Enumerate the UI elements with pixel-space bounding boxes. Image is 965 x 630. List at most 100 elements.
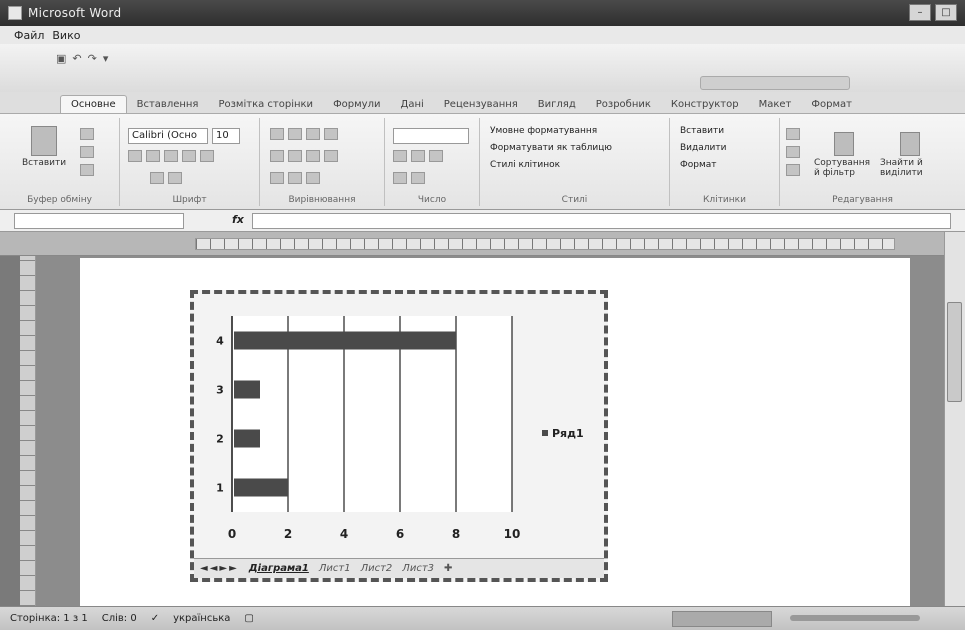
new-sheet-icon[interactable]: ✚: [444, 563, 452, 574]
sheet-nav-icon[interactable]: ◄◄►►: [200, 563, 239, 574]
cell-styles-button[interactable]: Стилі клітинок: [490, 160, 560, 170]
ribbon-tabs: Основне Вставлення Розмітка сторінки Фор…: [0, 92, 965, 114]
copy-icon[interactable]: [80, 146, 94, 158]
vertical-scrollbar[interactable]: [944, 232, 965, 606]
customize-icon[interactable]: ▾: [103, 52, 109, 65]
underline-icon[interactable]: [164, 150, 178, 162]
view-buttons[interactable]: [672, 611, 772, 627]
increase-decimal-icon[interactable]: [393, 172, 407, 184]
italic-icon[interactable]: [146, 150, 160, 162]
insert-cells-button[interactable]: Вставити: [680, 126, 724, 136]
paste-button[interactable]: Вставити: [22, 126, 66, 168]
align-bottom-icon[interactable]: [306, 128, 320, 140]
decrease-decimal-icon[interactable]: [411, 172, 425, 184]
tab-formulas[interactable]: Формули: [323, 96, 390, 113]
zoom-slider[interactable]: [790, 615, 920, 621]
sort-filter-button[interactable]: Сортування й фільтр: [814, 132, 874, 178]
title-bar: Microsoft Word – □: [0, 0, 965, 26]
sheet-tab-sheet2[interactable]: Лист2: [361, 563, 393, 574]
wrap-text-icon[interactable]: [324, 150, 338, 162]
font-name-field[interactable]: Calibri (Осно: [128, 128, 208, 144]
fill-color-icon[interactable]: [150, 172, 164, 184]
currency-icon[interactable]: [393, 150, 407, 162]
format-as-table-button[interactable]: Форматувати як таблицю: [490, 143, 612, 153]
grow-font-icon[interactable]: [182, 150, 196, 162]
tab-view[interactable]: Вигляд: [528, 96, 586, 113]
format-painter-icon[interactable]: [80, 164, 94, 176]
tab-page-layout[interactable]: Розмітка сторінки: [208, 96, 323, 113]
group-alignment: Вирівнювання: [260, 118, 385, 206]
x-tick-label: 10: [504, 527, 521, 541]
format-cells-button[interactable]: Формат: [680, 160, 717, 170]
sheet-tab-sheet3[interactable]: Лист3: [402, 563, 434, 574]
tab-insert[interactable]: Вставлення: [127, 96, 209, 113]
autosum-icon[interactable]: [786, 128, 800, 140]
tab-data[interactable]: Дані: [391, 96, 434, 113]
clear-icon[interactable]: [786, 164, 800, 176]
comma-icon[interactable]: [429, 150, 443, 162]
save-icon[interactable]: ▣: [56, 52, 66, 65]
x-tick-label: 8: [452, 527, 460, 541]
category-label: 3: [216, 384, 224, 397]
sheet-tab-sheet1[interactable]: Лист1: [319, 563, 351, 574]
formula-input[interactable]: [252, 213, 951, 229]
macro-icon[interactable]: ▢: [244, 613, 253, 624]
tab-home[interactable]: Основне: [60, 95, 127, 113]
tab-design[interactable]: Конструктор: [661, 96, 749, 113]
orientation-icon[interactable]: [324, 128, 338, 140]
ruler-track[interactable]: [195, 238, 895, 250]
window-controls: – □: [909, 4, 957, 21]
percent-icon[interactable]: [411, 150, 425, 162]
redo-icon[interactable]: ↷: [88, 52, 97, 65]
menu-item-window[interactable]: Вико: [52, 29, 80, 42]
tab-review[interactable]: Рецензування: [434, 96, 528, 113]
word-app-icon: [8, 6, 22, 20]
bold-icon[interactable]: [128, 150, 142, 162]
minimize-icon[interactable]: –: [909, 4, 931, 21]
ribbon: Вставити Буфер обміну Calibri (Осно 10 Ш…: [0, 114, 965, 210]
embedded-chart-object[interactable]: 0 2 4 6 8 10 1 2 3 4 Ряд1 ◄◄►► Діаграма1 Лист1 Лис…: [190, 290, 608, 582]
font-size-field[interactable]: 10: [212, 128, 240, 144]
name-box[interactable]: [14, 213, 184, 229]
cut-icon[interactable]: [80, 128, 94, 140]
language-indicator[interactable]: українська: [173, 613, 230, 624]
group-editing: Сортування й фільтр Знайти й виділити Ре…: [780, 118, 945, 206]
x-tick-label: 4: [340, 527, 348, 541]
align-top-icon[interactable]: [270, 128, 284, 140]
page-count: Сторінка: 1 з 1: [10, 613, 88, 624]
sheet-tab-chart1[interactable]: Діаграма1: [249, 563, 309, 574]
tab-layout[interactable]: Макет: [749, 96, 802, 113]
merge-icon[interactable]: [306, 172, 320, 184]
x-tick-label: 0: [228, 527, 236, 541]
conditional-formatting-button[interactable]: Умовне форматування: [490, 126, 597, 136]
fx-icon[interactable]: fx: [232, 213, 244, 226]
menu-item-file[interactable]: Файл: [14, 29, 44, 42]
formula-bar: fx: [0, 210, 965, 232]
increase-indent-icon[interactable]: [288, 172, 302, 184]
shrink-font-icon[interactable]: [200, 150, 214, 162]
align-middle-icon[interactable]: [288, 128, 302, 140]
bar-chart: 0 2 4 6 8 101234Ряд1: [216, 316, 584, 541]
align-right-icon[interactable]: [306, 150, 320, 162]
delete-cells-button[interactable]: Видалити: [680, 143, 726, 153]
category-label: 2: [216, 433, 224, 446]
fill-icon[interactable]: [786, 146, 800, 158]
chart-tools-context: [700, 76, 850, 90]
scrollbar-thumb[interactable]: [947, 302, 962, 402]
decrease-indent-icon[interactable]: [270, 172, 284, 184]
legend-label: Ряд1: [552, 427, 584, 440]
font-color-icon[interactable]: [168, 172, 182, 184]
bar: [234, 429, 260, 448]
align-left-icon[interactable]: [270, 150, 284, 162]
maximize-icon[interactable]: □: [935, 4, 957, 21]
find-select-button[interactable]: Знайти й виділити: [880, 132, 940, 178]
tab-developer[interactable]: Розробник: [586, 96, 661, 113]
quick-access-toolbar: ▣ ↶ ↷ ▾: [0, 44, 965, 92]
align-center-icon[interactable]: [288, 150, 302, 162]
spellcheck-icon[interactable]: ✓: [151, 613, 159, 624]
group-cells: Вставити Видалити Формат Клітинки: [670, 118, 780, 206]
undo-icon[interactable]: ↶: [72, 52, 81, 65]
number-format-field[interactable]: [393, 128, 469, 144]
tab-format[interactable]: Формат: [801, 96, 862, 113]
sheet-tabs: ◄◄►► Діаграма1 Лист1 Лист2 Лист3 ✚: [194, 558, 604, 578]
